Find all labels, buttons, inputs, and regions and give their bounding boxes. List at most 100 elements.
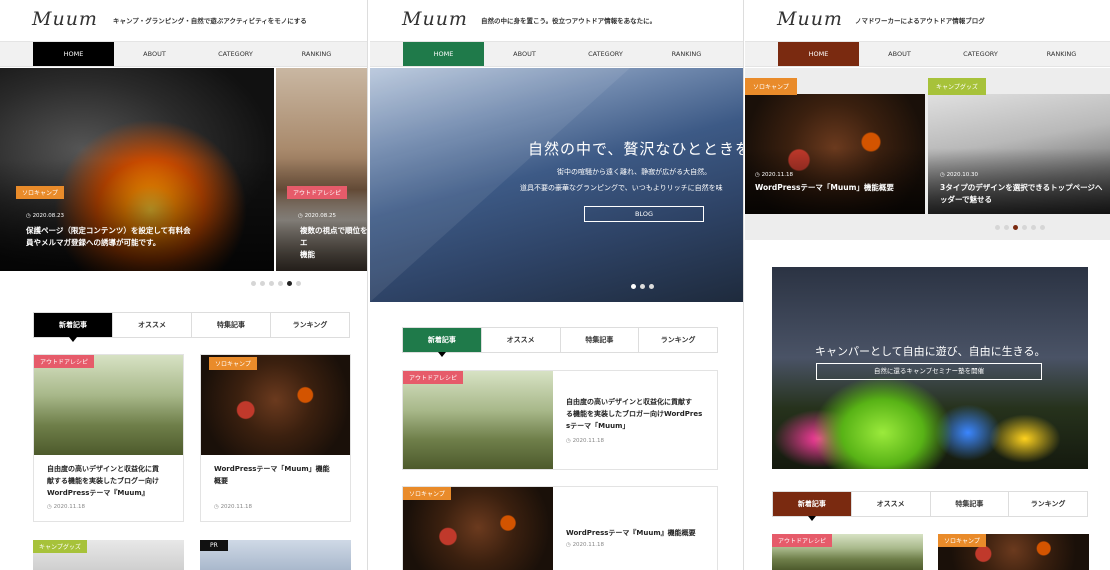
card-title[interactable]: WordPressテーマ『Muum』機能概要 — [566, 527, 714, 539]
slider-dot[interactable] — [1040, 225, 1045, 230]
tab-feature[interactable]: 特集記事 — [192, 313, 271, 337]
slide-category-badge[interactable]: ソロキャンプ — [16, 186, 64, 199]
card-category-badge[interactable]: ソロキャンプ — [403, 487, 451, 500]
slide-image-food[interactable]: ◷ 2020.11.18 WordPressテーマ「Muum」機能概要 — [745, 94, 925, 214]
slider-dot[interactable] — [269, 281, 274, 286]
site-logo[interactable]: Muum — [402, 8, 468, 30]
date-text: 2020.10.30 — [946, 172, 979, 178]
card-thumbnail — [403, 371, 553, 469]
slide-date: ◷ 2020.10.30 — [940, 172, 979, 178]
card-title[interactable]: 自由度の高いデザインと収益化に貢献す る機能を実装したブロガー向けWordPre… — [566, 396, 714, 432]
nav-home[interactable]: HOME — [33, 42, 114, 66]
slider-dot[interactable] — [649, 284, 654, 289]
nav-home[interactable]: HOME — [778, 42, 859, 66]
slider-dot[interactable] — [995, 225, 1000, 230]
slider-dot[interactable] — [296, 281, 301, 286]
slider-dot[interactable] — [260, 281, 265, 286]
slider-dot[interactable] — [251, 281, 256, 286]
card-thumbnail[interactable]: PR — [200, 540, 351, 570]
slider-dot-active[interactable] — [1013, 225, 1018, 230]
slider-dot[interactable] — [1004, 225, 1009, 230]
card-title[interactable]: 自由度の高いデザインと収益化に貢 献する機能を実装したブログー向け WordPr… — [47, 463, 177, 499]
nav-ranking[interactable]: RANKING — [276, 42, 357, 66]
card-thumbnail[interactable]: アウトドアレシピ — [772, 534, 923, 570]
slide-title[interactable]: 3タイプのデザインを選択できるトップページへ ッダーで魅せる — [940, 182, 1108, 206]
slider-dot[interactable] — [1022, 225, 1027, 230]
nav-ranking[interactable]: RANKING — [646, 42, 727, 66]
slide-date: ◷ 2020.11.18 — [755, 172, 794, 178]
tab-new[interactable]: 新着記事 — [403, 328, 482, 357]
slider-dot-active[interactable] — [287, 281, 292, 286]
card-title[interactable]: WordPressテーマ「Muum」機能 概要 — [214, 463, 344, 487]
tab-ranking[interactable]: ランキング — [639, 328, 717, 352]
tab-ranking[interactable]: ランキング — [1009, 492, 1087, 516]
tab-recommend[interactable]: オススメ — [113, 313, 192, 337]
hero-blog-button[interactable]: BLOG — [584, 206, 704, 222]
title-line: る機能を実装したブロガー向けWordPres — [566, 410, 703, 418]
hero-subtext: 道具不要の豪華なグランピングで、いつもよりリッチに自然を味 — [520, 184, 723, 192]
nav-about[interactable]: ABOUT — [484, 42, 565, 66]
card-thumbnail[interactable]: ソロキャンプ — [938, 534, 1089, 570]
card-category-badge[interactable]: アウトドアレシピ — [772, 534, 833, 547]
tab-recommend[interactable]: オススメ — [852, 492, 931, 516]
tab-feature[interactable]: 特集記事 — [931, 492, 1010, 516]
slide-title[interactable]: 複数の視点で順位をエ 機能 — [300, 225, 367, 261]
tab-feature[interactable]: 特集記事 — [561, 328, 640, 352]
site-header: Muum キャンプ・グランピング・自然で遊ぶアクティビティをモノにする — [0, 0, 367, 40]
slide-image-campfire[interactable]: ソロキャンプ ◷ 2020.08.23 保護ページ（限定コンテンツ）を設定して有… — [0, 68, 274, 271]
slide-image-bedroom[interactable]: アウトドアレシピ ◷ 2020.08.25 複数の視点で順位をエ 機能 — [276, 68, 367, 271]
title-line: 保護ページ（限定コンテンツ）を設定して有料会 — [26, 226, 191, 235]
nav-category[interactable]: CATEGORY — [565, 42, 646, 66]
tab-ranking[interactable]: ランキング — [271, 313, 349, 337]
nav-category[interactable]: CATEGORY — [195, 42, 276, 66]
theme-preview-green: Muum 自然の中に身を置こう。役立つアウトドア情報をあなたに。 HOME AB… — [370, 0, 744, 570]
title-line: sテーマ「Muum」 — [566, 422, 630, 430]
slider-dot-active[interactable] — [631, 284, 636, 289]
slider-dot[interactable] — [278, 281, 283, 286]
hero-subtext: 街中の喧騒から遠く離れ、静寂が広がる大自然。 — [557, 168, 712, 176]
slide-date: ◷ 2020.08.25 — [298, 213, 337, 219]
logo-text: Muum — [777, 8, 843, 30]
post-card[interactable]: アウトドアレシピ 自由度の高いデザインと収益化に貢 献する機能を実装したブログー… — [33, 354, 184, 522]
tab-recommend[interactable]: オススメ — [482, 328, 561, 352]
nav-about[interactable]: ABOUT — [859, 42, 940, 66]
site-header: Muum ノマドワーカーによるアウトドア情報ブログ — [745, 0, 1110, 40]
tab-new[interactable]: 新着記事 — [773, 492, 852, 521]
slider-dots — [631, 284, 654, 289]
slide-title[interactable]: 保護ページ（限定コンテンツ）を設定して有料会 員やメルマガ登録への誘導が可能です… — [26, 225, 191, 249]
nav-home[interactable]: HOME — [403, 42, 484, 66]
post-card-horizontal[interactable]: ソロキャンプ WordPressテーマ『Muum』機能概要 ◷ 2020.11.… — [402, 486, 718, 570]
card-thumbnail[interactable]: キャンプグッズ — [33, 540, 184, 570]
global-nav: HOME ABOUT CATEGORY RANKING — [370, 41, 743, 67]
card-category-badge[interactable]: アウトドアレシピ — [403, 371, 464, 384]
nav-about[interactable]: ABOUT — [114, 42, 195, 66]
slide-category-badge[interactable]: アウトドアレシピ — [287, 186, 348, 199]
slide-category-badge[interactable]: ソロキャンプ — [745, 78, 797, 95]
pr-badge[interactable]: PR — [200, 540, 228, 551]
tab-new[interactable]: 新着記事 — [34, 313, 113, 342]
banner-button[interactable]: 自然に還るキャンプセミナー塾を開催 — [816, 363, 1042, 380]
date-text: 2020.11.18 — [572, 438, 605, 444]
slide-title[interactable]: WordPressテーマ「Muum」機能概要 — [755, 182, 920, 194]
slider-dot[interactable] — [640, 284, 645, 289]
banner-image-camp[interactable]: キャンパーとして自由に遊び、自由に生きる。 自然に還るキャンプセミナー塾を開催 — [772, 267, 1088, 469]
title-line: ッダーで魅せる — [940, 195, 993, 204]
site-logo[interactable]: Muum — [777, 8, 843, 30]
card-category-badge[interactable]: ソロキャンプ — [938, 534, 986, 547]
card-category-badge[interactable]: アウトドアレシピ — [34, 355, 95, 368]
slide-image-dome[interactable]: ◷ 2020.10.30 3タイプのデザインを選択できるトップページへ ッダーで… — [928, 94, 1110, 214]
hero-image-tent: 自然の中で、贅沢なひとときを 街中の喧騒から遠く離れ、静寂が広がる大自然。 道具… — [370, 68, 743, 302]
slide-category-badge[interactable]: キャンプグッズ — [928, 78, 986, 95]
nav-category[interactable]: CATEGORY — [940, 42, 1021, 66]
site-logo[interactable]: Muum — [32, 8, 98, 30]
post-card-horizontal[interactable]: アウトドアレシピ 自由度の高いデザインと収益化に貢献す る機能を実装したブロガー… — [402, 370, 718, 470]
card-thumbnail — [34, 355, 183, 455]
slider-dot[interactable] — [1031, 225, 1036, 230]
date-text: 2020.08.25 — [304, 213, 337, 219]
post-card[interactable]: ソロキャンプ WordPressテーマ「Muum」機能 概要 ◷ 2020.11… — [200, 354, 351, 522]
card-category-badge[interactable]: キャンプグッズ — [33, 540, 87, 553]
site-tagline: 自然の中に身を置こう。役立つアウトドア情報をあなたに。 — [481, 17, 657, 25]
card-date: ◷ 2020.11.18 — [566, 438, 605, 444]
card-category-badge[interactable]: ソロキャンプ — [209, 357, 257, 370]
nav-ranking[interactable]: RANKING — [1021, 42, 1102, 66]
